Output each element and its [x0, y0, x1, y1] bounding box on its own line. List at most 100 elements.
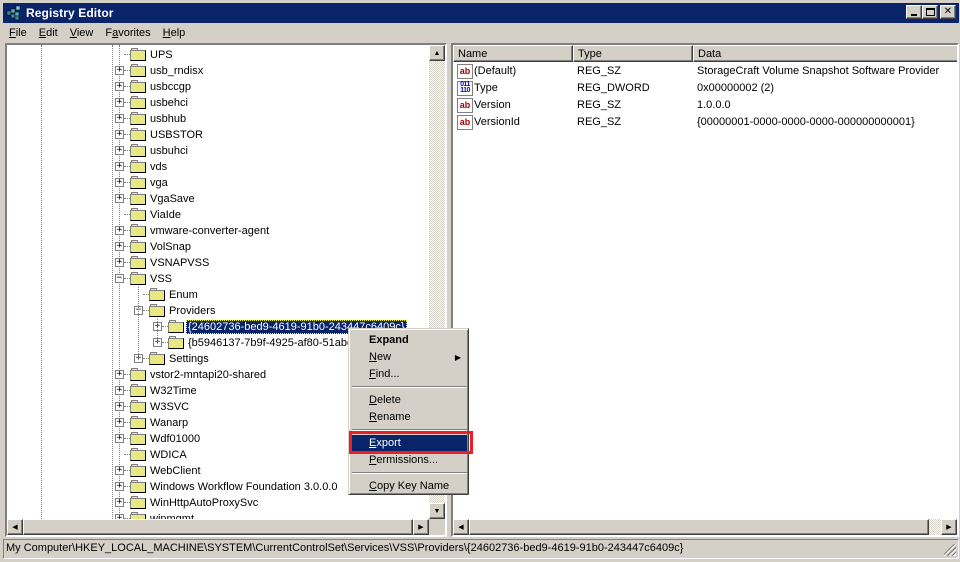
- tree-item-label[interactable]: WebClient: [148, 464, 203, 478]
- scroll-thumb[interactable]: [469, 519, 929, 535]
- tree-item-label[interactable]: usbuhci: [148, 144, 190, 158]
- expand-plus-icon[interactable]: +: [115, 418, 124, 427]
- collapse-minus-icon[interactable]: −: [115, 274, 124, 283]
- context-menu-copy-key-name[interactable]: Copy Key Name: [352, 478, 467, 495]
- scroll-thumb[interactable]: [23, 519, 413, 535]
- tree-item[interactable]: ViaIde: [7, 207, 427, 223]
- menu-edit[interactable]: Edit: [33, 27, 64, 39]
- value-row[interactable]: 011 110 Type REG_DWORD 0x00000002 (2): [453, 80, 957, 97]
- tree-item-label[interactable]: W32Time: [148, 384, 199, 398]
- tree-item[interactable]: + VSNAPVSS: [7, 255, 427, 271]
- expand-plus-icon[interactable]: +: [115, 66, 124, 75]
- expand-plus-icon[interactable]: +: [115, 258, 124, 267]
- tree-item-label[interactable]: usb_rndisx: [148, 64, 205, 78]
- tree-item-label[interactable]: Wanarp: [148, 416, 190, 430]
- tree-item-label[interactable]: Windows Workflow Foundation 3.0.0.0: [148, 480, 340, 494]
- menu-help[interactable]: Help: [157, 27, 192, 39]
- tree-item[interactable]: + vga: [7, 175, 427, 191]
- expand-plus-icon[interactable]: +: [115, 178, 124, 187]
- tree-item[interactable]: + usbehci: [7, 95, 427, 111]
- values-horizontal-scrollbar[interactable]: ◀ ▶: [453, 519, 957, 535]
- scroll-up-button[interactable]: ▲: [429, 45, 445, 61]
- expand-plus-icon[interactable]: +: [115, 226, 124, 235]
- expand-plus-icon[interactable]: +: [115, 242, 124, 251]
- tree-item[interactable]: − VSS: [7, 271, 427, 287]
- context-menu-permissions[interactable]: Permissions...: [352, 452, 467, 469]
- tree-item-label[interactable]: VolSnap: [148, 240, 193, 254]
- context-menu-find[interactable]: Find...: [352, 366, 467, 383]
- tree-item-label[interactable]: vmware-converter-agent: [148, 224, 271, 238]
- expand-plus-icon[interactable]: +: [115, 370, 124, 379]
- maximize-button[interactable]: [922, 5, 938, 19]
- resize-grip-icon[interactable]: [944, 544, 956, 556]
- values-list-pane[interactable]: Name Type Data ab (Default) REG_SZ StorageC…: [451, 43, 959, 537]
- tree-item[interactable]: − Providers: [7, 303, 427, 319]
- tree-item[interactable]: + USBSTOR: [7, 127, 427, 143]
- value-row[interactable]: ab (Default) REG_SZ StorageCraft Volume Sna…: [453, 63, 957, 80]
- tree-item-label[interactable]: VSNAPVSS: [148, 256, 211, 270]
- menu-file[interactable]: File: [3, 27, 33, 39]
- tree-item[interactable]: + WinHttpAutoProxySvc: [7, 495, 427, 511]
- tree-item[interactable]: + vmware-converter-agent: [7, 223, 427, 239]
- tree-item[interactable]: + usbuhci: [7, 143, 427, 159]
- context-menu-new[interactable]: New ▶: [352, 349, 467, 366]
- tree-item-label[interactable]: VgaSave: [148, 192, 197, 206]
- expand-plus-icon[interactable]: +: [115, 162, 124, 171]
- column-header-data[interactable]: Data: [693, 45, 957, 62]
- tree-item-label[interactable]: vds: [148, 160, 169, 174]
- tree-item-label[interactable]: usbehci: [148, 96, 190, 110]
- column-header-type[interactable]: Type: [573, 45, 693, 62]
- expand-plus-icon[interactable]: +: [115, 82, 124, 91]
- menu-favorites[interactable]: Favorites: [99, 27, 156, 39]
- expand-plus-icon[interactable]: +: [115, 434, 124, 443]
- value-row[interactable]: ab VersionId REG_SZ {00000001-0000-0000-000…: [453, 114, 957, 131]
- scroll-down-button[interactable]: ▼: [429, 503, 445, 519]
- tree-item[interactable]: Enum: [7, 287, 427, 303]
- expand-plus-icon[interactable]: +: [115, 114, 124, 123]
- tree-item[interactable]: UPS: [7, 47, 427, 63]
- expand-plus-icon[interactable]: +: [115, 194, 124, 203]
- tree-item-label[interactable]: Wdf01000: [148, 432, 202, 446]
- menu-view[interactable]: View: [64, 27, 100, 39]
- tree-item-label[interactable]: Settings: [167, 352, 211, 366]
- expand-plus-icon[interactable]: +: [115, 130, 124, 139]
- tree-item-label[interactable]: ViaIde: [148, 208, 183, 222]
- context-menu-rename[interactable]: Rename: [352, 409, 467, 426]
- tree-item-label[interactable]: vga: [148, 176, 170, 190]
- scroll-right-button[interactable]: ▶: [413, 519, 429, 535]
- tree-item-label[interactable]: UPS: [148, 48, 175, 62]
- expand-plus-icon[interactable]: +: [115, 482, 124, 491]
- tree-item-label[interactable]: usbccgp: [148, 80, 193, 94]
- tree-item-label[interactable]: usbhub: [148, 112, 188, 126]
- context-menu-expand[interactable]: Expand: [352, 332, 467, 349]
- tree-item-label[interactable]: vstor2-mntapi20-shared: [148, 368, 268, 382]
- scroll-left-button[interactable]: ◀: [7, 519, 23, 535]
- tree-item-label[interactable]: winmgmt: [148, 512, 196, 519]
- context-menu-delete[interactable]: Delete: [352, 392, 467, 409]
- tree-item[interactable]: + usb_rndisx: [7, 63, 427, 79]
- expand-plus-icon[interactable]: +: [115, 146, 124, 155]
- tree-item-label[interactable]: Providers: [167, 304, 217, 318]
- expand-plus-icon[interactable]: +: [115, 498, 124, 507]
- title-bar[interactable]: Registry Editor ✕: [3, 3, 959, 23]
- tree-item-label[interactable]: W3SVC: [148, 400, 191, 414]
- tree-item-label[interactable]: VSS: [148, 272, 174, 286]
- tree-item-label[interactable]: USBSTOR: [148, 128, 205, 142]
- tree-item-label[interactable]: WDICA: [148, 448, 189, 462]
- scroll-right-button[interactable]: ▶: [941, 519, 957, 535]
- close-button[interactable]: ✕: [940, 5, 956, 19]
- expand-plus-icon[interactable]: +: [115, 466, 124, 475]
- tree-item-label[interactable]: Enum: [167, 288, 200, 302]
- expand-plus-icon[interactable]: +: [115, 98, 124, 107]
- tree-item[interactable]: + winmgmt: [7, 511, 427, 519]
- expand-plus-icon[interactable]: +: [115, 386, 124, 395]
- value-row[interactable]: ab Version REG_SZ 1.0.0.0: [453, 97, 957, 114]
- tree-horizontal-scrollbar[interactable]: ◀ ▶: [7, 519, 429, 535]
- tree-item[interactable]: + usbhub: [7, 111, 427, 127]
- tree-item[interactable]: + usbccgp: [7, 79, 427, 95]
- minimize-button[interactable]: [906, 5, 922, 19]
- tree-item[interactable]: + vds: [7, 159, 427, 175]
- expand-plus-icon[interactable]: +: [115, 402, 124, 411]
- tree-item-label[interactable]: WinHttpAutoProxySvc: [148, 496, 260, 510]
- tree-item[interactable]: + VgaSave: [7, 191, 427, 207]
